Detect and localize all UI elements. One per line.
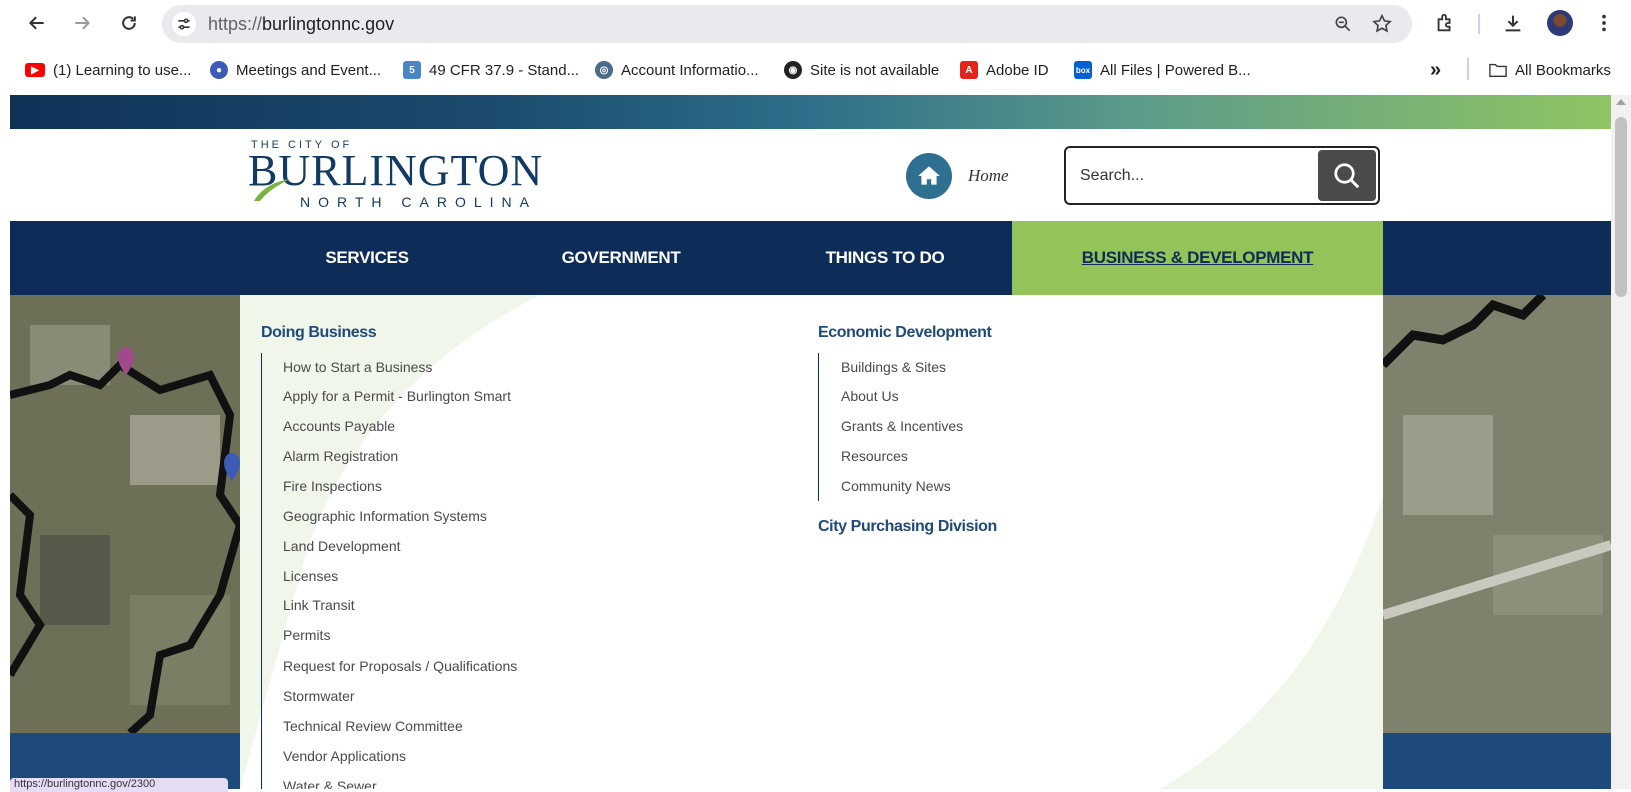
more-bookmarks-button[interactable]: »: [1430, 59, 1441, 81]
nav-business-development[interactable]: BUSINESS & DEVELOPMENT: [1012, 221, 1383, 295]
main-nav: SERVICES GOVERNMENT THINGS TO DO BUSINES…: [10, 221, 1611, 295]
link-start-business[interactable]: How to Start a Business: [283, 359, 432, 375]
link-fire-inspections[interactable]: Fire Inspections: [283, 478, 382, 494]
nav-services[interactable]: SERVICES: [240, 221, 494, 295]
extensions-icon[interactable]: [1432, 10, 1458, 36]
meetings-icon: ●: [210, 61, 228, 79]
box-icon: box: [1074, 61, 1092, 79]
logo-big-text: BURLINGTON: [248, 146, 544, 195]
search-button[interactable]: [1318, 150, 1376, 201]
forward-arrow-icon: [75, 16, 91, 30]
bookmark-site-unavailable[interactable]: ◉ Site is not available: [784, 59, 939, 81]
business-dropdown-menu: Doing Business How to Start a Business A…: [240, 295, 1383, 789]
link-land-development[interactable]: Land Development: [283, 538, 401, 554]
reload-button[interactable]: [116, 10, 142, 36]
logo-swoosh-icon: [254, 179, 290, 201]
link-status-bar: https://burlingtonnc.gov/2300: [10, 778, 228, 792]
bookmark-learning[interactable]: ▶ (1) Learning to use...: [25, 59, 191, 81]
bookmark-box[interactable]: box All Files | Powered B...: [1074, 59, 1251, 81]
bookmark-adobe[interactable]: A Adobe ID: [960, 59, 1049, 81]
heading-city-purchasing[interactable]: City Purchasing Division: [818, 518, 997, 536]
link-stormwater[interactable]: Stormwater: [283, 688, 355, 704]
bookmark-label: 49 CFR 37.9 - Stand...: [429, 61, 580, 79]
link-grants-incentives[interactable]: Grants & Incentives: [841, 418, 963, 434]
link-vendor-applications[interactable]: Vendor Applications: [283, 748, 406, 764]
page-scrollbar[interactable]: [1611, 95, 1631, 789]
youtube-icon: ▶: [25, 63, 45, 77]
link-community-news[interactable]: Community News: [841, 478, 951, 494]
logo-sub-text: NORTH CAROLINA: [300, 194, 537, 210]
column-divider: [261, 353, 262, 789]
folder-icon: [1489, 61, 1507, 79]
url-scheme: https://: [208, 14, 263, 34]
bookmark-cfr[interactable]: 5 49 CFR 37.9 - Stand...: [403, 59, 579, 81]
link-apply-permit[interactable]: Apply for a Permit - Burlington Smart: [283, 388, 511, 404]
column-divider: [818, 353, 819, 501]
account-icon: ◎: [595, 61, 613, 79]
url-text[interactable]: https://burlingtonnc.gov: [208, 14, 394, 35]
bookmark-label: Adobe ID: [986, 61, 1049, 79]
home-button[interactable]: [906, 153, 952, 199]
zoom-icon[interactable]: [1332, 13, 1354, 35]
link-licenses[interactable]: Licenses: [283, 568, 338, 584]
link-water-sewer[interactable]: Water & Sewer: [283, 778, 377, 789]
map-image-right: [1383, 295, 1611, 733]
photo-band-right: [1383, 733, 1611, 789]
map-image-left: [10, 295, 240, 733]
link-about-us[interactable]: About Us: [841, 388, 899, 404]
adobe-icon: A: [960, 61, 978, 79]
link-alarm-registration[interactable]: Alarm Registration: [283, 448, 398, 464]
home-icon: [918, 166, 940, 185]
site-search: [1064, 146, 1380, 205]
bookmark-label: Site is not available: [810, 61, 940, 79]
nav-things-to-do[interactable]: THINGS TO DO: [748, 221, 1022, 295]
bookmark-star-icon[interactable]: [1371, 13, 1393, 35]
site-info-icon[interactable]: [172, 12, 196, 36]
city-logo[interactable]: THE CITY OF BURLINGTON NORTH CAROLINA: [248, 139, 548, 211]
chevrons-icon: »: [1430, 58, 1442, 81]
browser-toolbar: https://burlingtonnc.gov: [0, 0, 1631, 46]
search-icon: [1334, 162, 1360, 188]
download-icon[interactable]: [1500, 10, 1526, 36]
heading-economic-development[interactable]: Economic Development: [818, 324, 992, 342]
bookmarks-bar: ▶ (1) Learning to use... ● Meetings and …: [0, 47, 1631, 93]
bookmark-label: Meetings and Event...: [236, 61, 382, 79]
cfr-icon: 5: [403, 61, 421, 79]
bookmark-meetings[interactable]: ● Meetings and Event...: [210, 59, 381, 81]
reload-icon: [122, 16, 136, 30]
page-viewport: THE CITY OF BURLINGTON NORTH CAROLINA Ho…: [10, 95, 1611, 789]
back-button[interactable]: [24, 10, 50, 36]
scroll-up-arrow-icon[interactable]: [1616, 99, 1626, 105]
link-accounts-payable[interactable]: Accounts Payable: [283, 418, 395, 434]
link-gis[interactable]: Geographic Information Systems: [283, 508, 487, 524]
url-host: burlingtonnc.gov: [262, 14, 395, 34]
bookmark-label: Account Informatio...: [621, 61, 759, 79]
link-permits[interactable]: Permits: [283, 627, 330, 643]
link-resources[interactable]: Resources: [841, 448, 908, 464]
all-bookmarks-label: All Bookmarks: [1515, 61, 1611, 79]
search-input[interactable]: [1080, 164, 1300, 188]
top-gradient-band: [10, 95, 1611, 129]
link-link-transit[interactable]: Link Transit: [283, 597, 355, 613]
bookmarks-divider: [1467, 58, 1469, 80]
back-arrow-icon: [28, 16, 44, 30]
toolbar-divider: [1478, 14, 1480, 34]
home-link[interactable]: Home: [968, 166, 1009, 186]
all-bookmarks-button[interactable]: All Bookmarks: [1489, 59, 1611, 81]
link-buildings-sites[interactable]: Buildings & Sites: [841, 359, 946, 375]
globe-icon: ◉: [784, 61, 802, 79]
site-header: THE CITY OF BURLINGTON NORTH CAROLINA Ho…: [10, 129, 1611, 221]
menu-kebab-icon[interactable]: [1591, 10, 1617, 36]
heading-doing-business[interactable]: Doing Business: [261, 324, 377, 342]
address-bar[interactable]: https://burlingtonnc.gov: [162, 5, 1412, 43]
bookmark-label: All Files | Powered B...: [1100, 61, 1251, 79]
bookmark-account[interactable]: ◎ Account Informatio...: [595, 59, 759, 81]
bookmark-label: (1) Learning to use...: [53, 61, 192, 79]
nav-government[interactable]: GOVERNMENT: [494, 221, 748, 295]
scrollbar-thumb[interactable]: [1615, 117, 1627, 297]
profile-avatar[interactable]: [1547, 10, 1573, 36]
link-technical-review[interactable]: Technical Review Committee: [283, 718, 463, 734]
forward-button[interactable]: [69, 10, 95, 36]
link-rfp[interactable]: Request for Proposals / Qualifications: [283, 658, 517, 674]
